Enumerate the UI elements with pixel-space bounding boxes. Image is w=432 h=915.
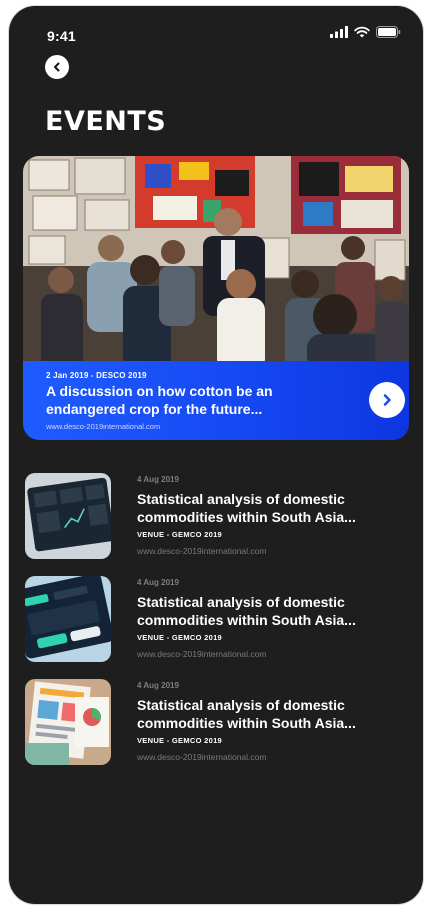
event-venue: VENUE - GEMCO 2019 [137, 530, 223, 539]
event-thumbnail [25, 679, 111, 765]
wifi-icon [354, 26, 370, 38]
event-link[interactable]: www.desco-2019international.com [137, 752, 266, 762]
event-link[interactable]: www.desco-2019international.com [137, 649, 266, 659]
featured-title[interactable]: A discussion on how cotton be an endange… [46, 382, 346, 418]
event-venue: VENUE - GEMCO 2019 [137, 736, 223, 745]
event-venue: VENUE - GEMCO 2019 [137, 633, 223, 642]
cellular-signal-icon [330, 26, 348, 38]
chevron-left-icon [54, 62, 60, 72]
event-date: 4 Aug 2019 [137, 681, 179, 690]
battery-icon [376, 26, 401, 38]
event-thumbnail [25, 473, 111, 559]
featured-link[interactable]: www.desco-2019international.com [46, 422, 160, 431]
status-bar: 9:41 [9, 6, 423, 66]
event-link[interactable]: www.desco-2019international.com [137, 546, 266, 556]
event-title[interactable]: Statistical analysis of domestic commodi… [137, 593, 387, 629]
chevron-right-icon [383, 394, 391, 406]
event-title[interactable]: Statistical analysis of domestic commodi… [137, 696, 387, 732]
event-title[interactable]: Statistical analysis of domestic commodi… [137, 490, 387, 526]
event-list-item[interactable]: 4 Aug 2019 Statistical analysis of domes… [25, 473, 405, 563]
featured-date-label: 2 Jan 2019 - DESCO 2019 [46, 371, 147, 380]
event-thumbnail [25, 576, 111, 662]
featured-open-button[interactable] [369, 382, 405, 418]
event-list-item[interactable]: 4 Aug 2019 Statistical analysis of domes… [25, 576, 405, 666]
featured-event-photo [23, 156, 409, 371]
event-date: 4 Aug 2019 [137, 578, 179, 587]
status-icons [330, 26, 401, 38]
status-time: 9:41 [47, 28, 76, 44]
event-list-item[interactable]: 4 Aug 2019 Statistical analysis of domes… [25, 679, 405, 769]
featured-event-card[interactable]: 2 Jan 2019 - DESCO 2019 A discussion on … [23, 156, 409, 440]
page-title: EVENTS [45, 106, 167, 137]
phone-screen: 9:41 EVENTS 2 Jan 2019 - DESCO 2019 A di… [9, 6, 423, 904]
event-date: 4 Aug 2019 [137, 475, 179, 484]
back-button[interactable] [45, 55, 69, 79]
